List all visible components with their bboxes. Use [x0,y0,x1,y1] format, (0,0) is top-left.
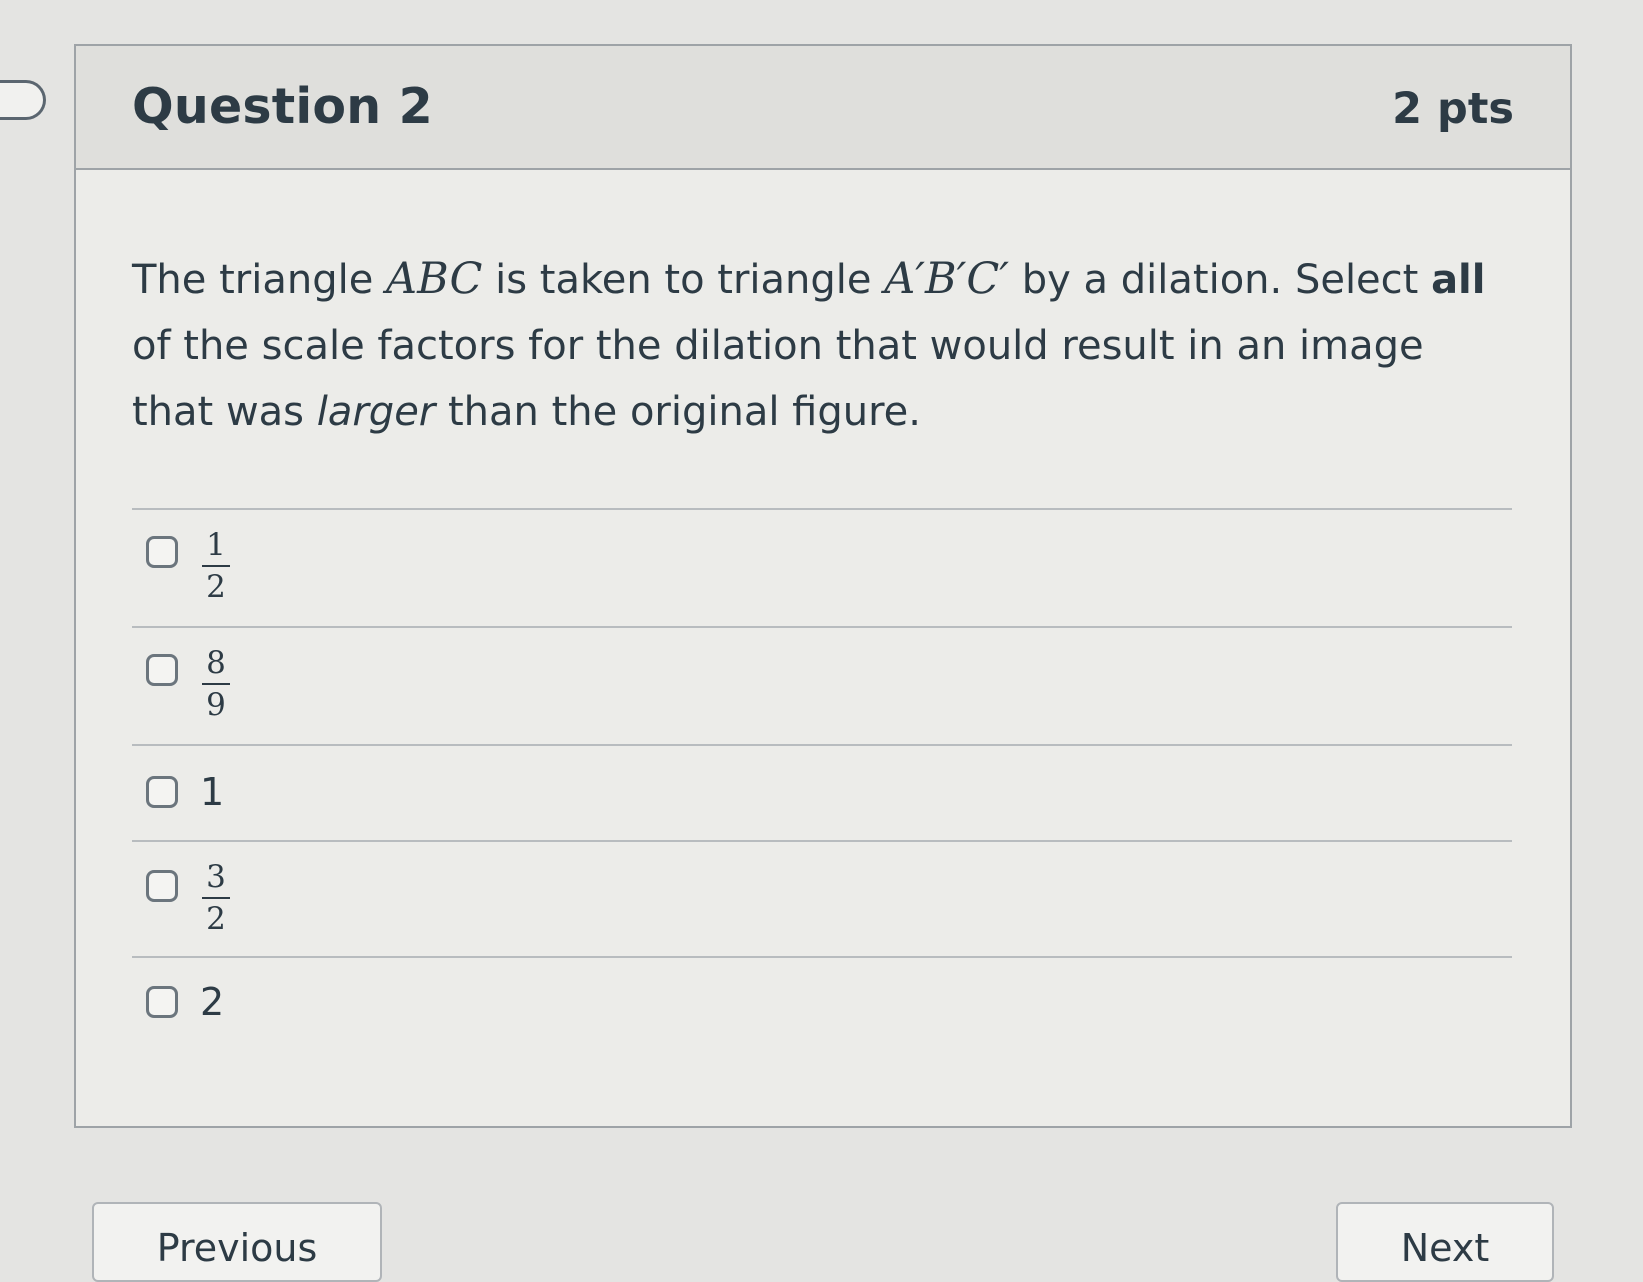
flag-question-icon[interactable] [0,80,46,120]
previous-button-label: Previous [156,1226,318,1270]
fraction-bar [202,565,230,567]
question-text-emphasis: all [1431,257,1486,303]
fraction: 1 2 [202,528,230,604]
question-text-part: The triangle [132,257,387,303]
next-button-label: Next [1400,1226,1490,1270]
answer-option-5[interactable]: 2 [132,956,1512,1066]
checkbox[interactable] [146,986,178,1018]
checkbox[interactable] [146,870,178,902]
question-card: Question 2 2 pts The triangle ABC is tak… [74,44,1572,1128]
fraction: 3 2 [202,860,230,936]
answer-option-4[interactable]: 3 2 [132,840,1512,956]
question-header: Question 2 2 pts [76,46,1570,170]
question-title: Question 2 [132,78,433,135]
fraction-bar [202,897,230,899]
answer-value: 1 [200,770,225,814]
answer-option-1[interactable]: 1 2 [132,508,1512,626]
question-text: The triangle ABC is taken to triangle A′… [132,246,1512,445]
question-text-part: by a dilation. Select [1009,257,1432,303]
fraction-denominator: 2 [206,569,226,605]
answer-option-3[interactable]: 1 [132,744,1512,840]
answer-option-2[interactable]: 8 9 [132,626,1512,744]
checkbox[interactable] [146,654,178,686]
answer-list: 1 2 8 9 1 3 2 2 [132,508,1512,1066]
question-text-part: is taken to triangle [482,257,885,303]
fraction: 8 9 [202,646,230,722]
fraction-denominator: 9 [206,687,226,723]
next-button[interactable]: Next [1336,1202,1554,1282]
previous-button[interactable]: Previous [92,1202,382,1282]
math-triangle-abc: ABC [386,254,483,304]
question-text-part: than the original figure. [435,389,921,435]
fraction-numerator: 1 [206,527,226,563]
answer-value: 2 [200,980,225,1024]
fraction-denominator: 2 [206,901,226,937]
question-points: 2 pts [1392,84,1514,134]
fraction-numerator: 3 [206,859,226,895]
math-triangle-image: A′B′C′ [884,254,1010,304]
question-text-italic: larger [316,389,436,435]
checkbox[interactable] [146,776,178,808]
fraction-numerator: 8 [206,645,226,681]
fraction-bar [202,683,230,685]
checkbox[interactable] [146,536,178,568]
